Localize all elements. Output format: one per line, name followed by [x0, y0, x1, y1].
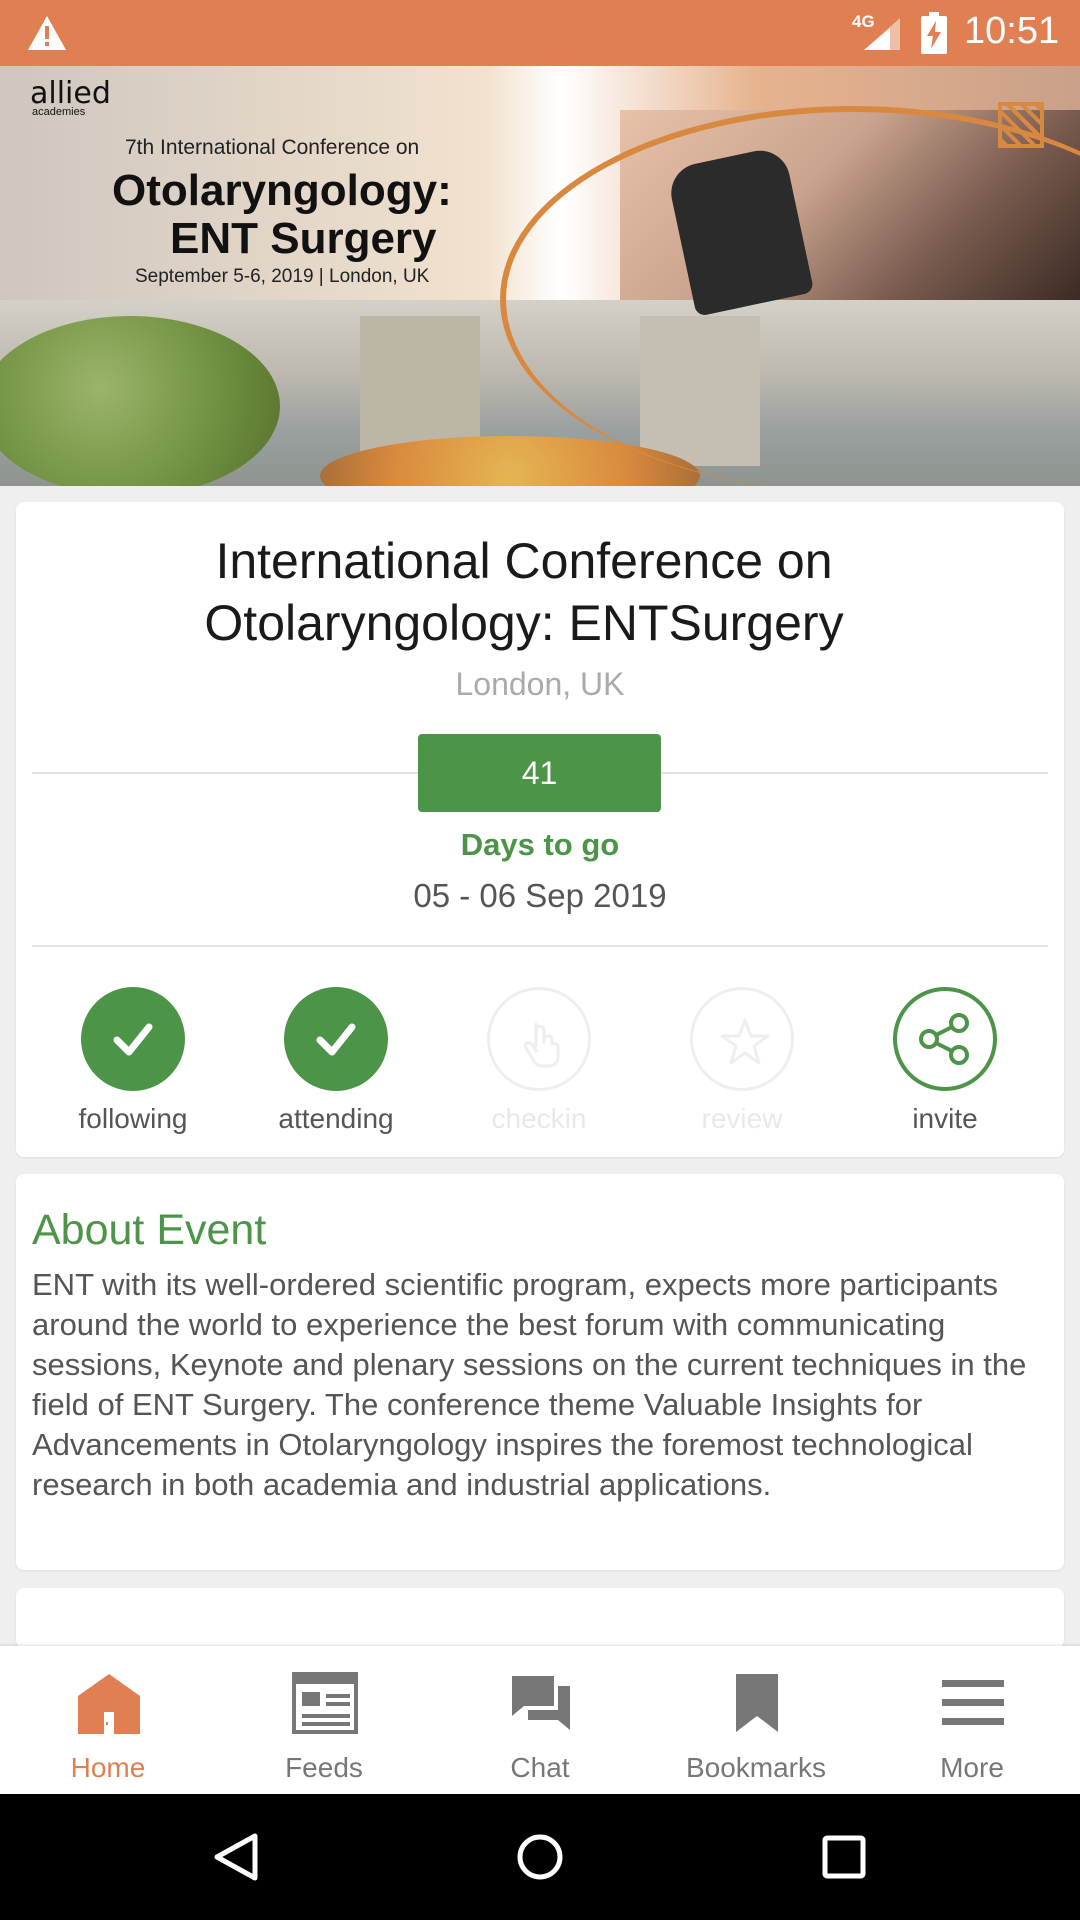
status-bar: 4G 10:51: [0, 0, 1080, 66]
countdown-badge: 41: [418, 734, 661, 812]
attending-button[interactable]: attending: [246, 987, 426, 1135]
bottom-navigation: Home Feeds Chat Bookmarks More: [0, 1646, 1080, 1794]
checkin-label: checkin: [491, 1103, 587, 1134]
event-location: London, UK: [455, 666, 625, 702]
event-title: International Conference on Otolaryngolo…: [0, 530, 1048, 654]
nav-feeds[interactable]: Feeds: [216, 1646, 432, 1794]
event-title-line2: Otolaryngology: ENTSurgery: [204, 595, 844, 651]
review-button[interactable]: review: [652, 987, 832, 1135]
menu-icon: [942, 1680, 1004, 1725]
banner-date-place: September 5-6, 2019 | London, UK: [135, 266, 430, 287]
review-label: review: [701, 1103, 783, 1134]
countdown-label: Days to go: [460, 827, 620, 862]
share-icon: [919, 1013, 969, 1065]
checkin-button[interactable]: checkin: [449, 987, 629, 1135]
about-description: ENT with its well-ordered scientific pro…: [32, 1267, 1027, 1502]
event-banner: allied academies 7th International Confe…: [0, 66, 1080, 486]
nav-feeds-label: Feeds: [285, 1752, 363, 1783]
nav-more-label: More: [940, 1752, 1004, 1783]
divider: [32, 945, 1048, 947]
nav-bookmarks[interactable]: Bookmarks: [648, 1646, 864, 1794]
banner-title-line1: Otolaryngology:: [112, 166, 452, 215]
star-icon: [720, 1018, 770, 1065]
system-navigation-bar: [0, 1794, 1080, 1920]
nav-chat[interactable]: Chat: [432, 1646, 648, 1794]
check-icon: [113, 1023, 153, 1056]
banner-edition: 7th International Conference on: [125, 136, 420, 159]
clock: 10:51: [964, 10, 1060, 52]
hand-pointer-icon: [523, 1022, 560, 1068]
feeds-icon: [292, 1672, 358, 1734]
warning-icon: [28, 16, 66, 50]
nav-chat-label: Chat: [510, 1752, 570, 1783]
home-icon: [78, 1674, 140, 1734]
following-button[interactable]: following: [43, 987, 223, 1135]
nav-home-label: Home: [70, 1752, 146, 1783]
invite-button[interactable]: invite: [855, 987, 1035, 1135]
signal-icon: [864, 18, 900, 50]
brand-sub: academies: [32, 106, 86, 118]
about-heading: About Event: [32, 1206, 267, 1254]
event-title-line1: International Conference on: [215, 533, 833, 589]
event-dates: 05 - 06 Sep 2019: [413, 877, 667, 914]
nav-home[interactable]: Home: [0, 1646, 216, 1794]
nav-more[interactable]: More: [864, 1646, 1080, 1794]
qr-code-icon: [998, 102, 1044, 148]
nav-bookmarks-label: Bookmarks: [685, 1752, 827, 1783]
following-label: following: [78, 1103, 188, 1134]
next-card-peek: [16, 1588, 1064, 1648]
banner-title-line2: ENT Surgery: [170, 214, 437, 263]
back-icon[interactable]: [211, 1832, 261, 1882]
chat-icon: [512, 1676, 570, 1730]
attending-label: attending: [278, 1103, 394, 1134]
recents-icon[interactable]: [819, 1832, 869, 1882]
invite-label: invite: [912, 1103, 978, 1134]
home-circle-icon[interactable]: [515, 1832, 565, 1882]
battery-charging-icon: [921, 12, 947, 54]
bookmark-icon: [736, 1674, 778, 1732]
check-icon: [316, 1023, 356, 1056]
